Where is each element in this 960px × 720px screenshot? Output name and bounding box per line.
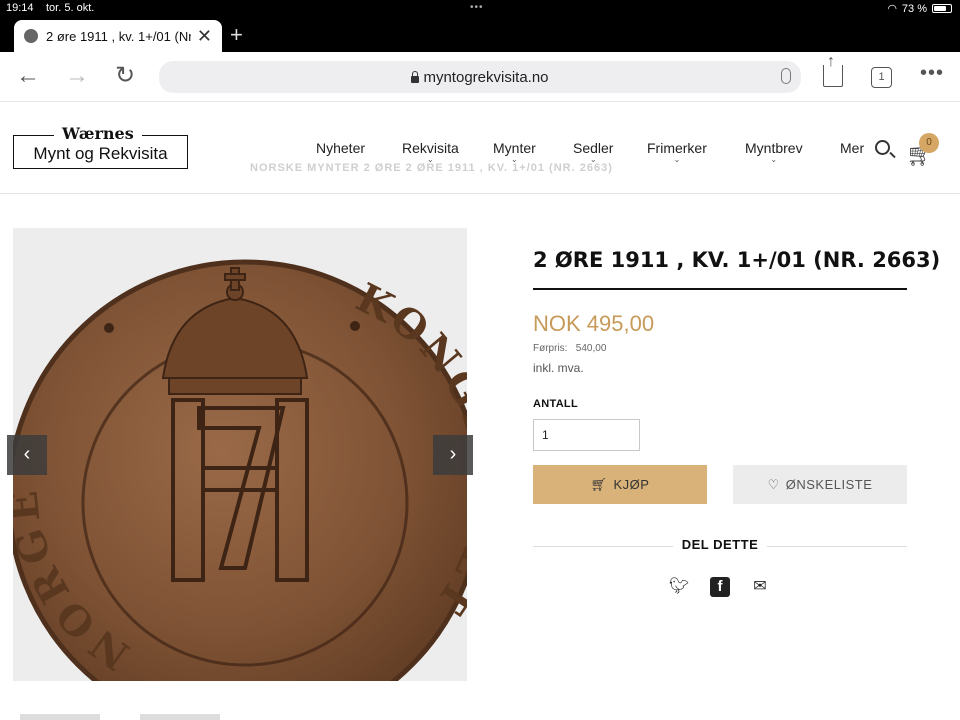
browser-toolbar: ← → ↻ myntogrekvisita.no 1 ••• xyxy=(0,52,960,102)
nav-label: Nyheter xyxy=(316,140,366,156)
title-divider xyxy=(533,288,907,290)
previous-price-label: Førpris: xyxy=(533,343,568,354)
url-text: myntogrekvisita.no xyxy=(423,68,549,86)
battery-percent: 73 % xyxy=(901,2,927,15)
nav-label: Sedler xyxy=(573,140,614,156)
close-tab-icon[interactable]: ✕ xyxy=(197,26,212,47)
logo-subtitle: Mynt og Rekvisita xyxy=(33,144,168,163)
facebook-icon[interactable]: f xyxy=(710,577,730,597)
wishlist-button[interactable]: ♡ ØNSKELISTE xyxy=(733,465,907,504)
nav-label: Mynter xyxy=(493,140,536,156)
lock-icon xyxy=(411,70,420,83)
globe-icon xyxy=(24,29,38,43)
nav-item-mynter[interactable]: Mynter ⌄ xyxy=(493,140,536,164)
twitter-icon[interactable]: 🐦︎ xyxy=(669,577,689,597)
nav-label: Frimerker xyxy=(647,140,707,156)
chevron-down-icon: ⌄ xyxy=(427,155,434,164)
battery-icon xyxy=(932,4,952,13)
status-bar: 19:14 tor. 5. okt. ••• ◠ 73 % xyxy=(0,0,960,18)
nav-item-mer[interactable]: Mer xyxy=(840,140,864,156)
vat-note: inkl. mva. xyxy=(533,361,584,375)
cart-icon: 🛒︎ xyxy=(590,476,608,492)
browser-tab-bar: 2 øre 1911 , kv. 1+/01 (Nr. ✕ + xyxy=(0,18,960,52)
product-title: 2 ØRE 1911 , KV. 1+/01 (NR. 2663) xyxy=(533,248,941,272)
browser-tab[interactable]: 2 øre 1911 , kv. 1+/01 (Nr. ✕ xyxy=(14,20,222,52)
next-image-button[interactable]: › xyxy=(433,435,473,475)
previous-price: Førpris: 540,00 xyxy=(533,343,606,354)
address-bar[interactable]: myntogrekvisita.no xyxy=(159,61,801,93)
chevron-down-icon: ⌄ xyxy=(770,155,778,164)
nav-item-myntbrev[interactable]: Myntbrev ⌄ xyxy=(745,140,803,164)
cart-count-badge: 0 xyxy=(919,133,939,153)
new-tab-icon[interactable]: + xyxy=(230,22,243,48)
wishlist-label: ØNSKELISTE xyxy=(785,477,873,492)
site-header: Wærnes Mynt og Rekvisita NORSKE MYNTER 2… xyxy=(0,102,960,194)
status-date: tor. 5. okt. xyxy=(46,2,95,14)
tab-title: 2 øre 1911 , kv. 1+/01 (Nr. xyxy=(46,28,191,44)
more-options-icon[interactable]: ••• xyxy=(920,62,944,85)
status-time: 19:14 xyxy=(6,2,34,14)
divider-line xyxy=(767,546,907,547)
thumbnail-2[interactable] xyxy=(140,714,220,720)
reload-icon[interactable]: ↻ xyxy=(115,63,135,89)
tab-count-button[interactable]: 1 xyxy=(871,67,892,88)
nav-item-rekvisita[interactable]: Rekvisita ⌄ xyxy=(402,140,459,164)
buy-label: KJØP xyxy=(613,477,650,492)
share-icon[interactable] xyxy=(823,53,843,87)
multitasking-dots-icon[interactable]: ••• xyxy=(470,2,484,13)
coin-illustration: NORGE KONGERIKET xyxy=(13,259,467,681)
search-icon[interactable] xyxy=(875,140,890,155)
forward-arrow-icon[interactable]: → xyxy=(65,63,89,89)
chevron-down-icon: ⌄ xyxy=(673,155,681,164)
prev-image-button[interactable]: ‹ xyxy=(7,435,47,475)
nav-label: Mer xyxy=(840,140,865,156)
wifi-icon: ◠ xyxy=(887,3,897,15)
previous-price-value: 540,00 xyxy=(575,343,607,354)
nav-label: Myntbrev xyxy=(745,140,803,156)
microphone-icon[interactable] xyxy=(781,68,791,84)
nav-item-frimerker[interactable]: Frimerker ⌄ xyxy=(647,140,707,164)
quantity-label: ANTALL xyxy=(533,398,578,410)
nav-label: Rekvisita xyxy=(402,140,459,156)
logo-brand: Wærnes xyxy=(54,124,142,143)
share-section-header: DEL DETTE xyxy=(533,537,907,555)
heart-icon: ♡ xyxy=(767,476,780,492)
email-icon[interactable]: ✉ xyxy=(750,577,770,597)
product-price: NOK 495,00 xyxy=(533,311,655,336)
site-logo[interactable]: Wærnes Mynt og Rekvisita xyxy=(13,124,188,169)
nav-item-nyheter[interactable]: Nyheter xyxy=(316,140,365,156)
chevron-down-icon: ⌄ xyxy=(511,155,518,164)
back-arrow-icon[interactable]: ← xyxy=(16,63,40,89)
nav-item-sedler[interactable]: Sedler ⌄ xyxy=(573,140,614,164)
quantity-input[interactable] xyxy=(533,419,640,451)
thumbnail-1[interactable] xyxy=(20,714,100,720)
share-label: DEL DETTE xyxy=(681,537,759,552)
product-image[interactable]: NORGE KONGERIKET xyxy=(13,228,467,681)
chevron-down-icon: ⌄ xyxy=(589,155,597,164)
buy-button[interactable]: 🛒︎ KJØP xyxy=(533,465,707,504)
